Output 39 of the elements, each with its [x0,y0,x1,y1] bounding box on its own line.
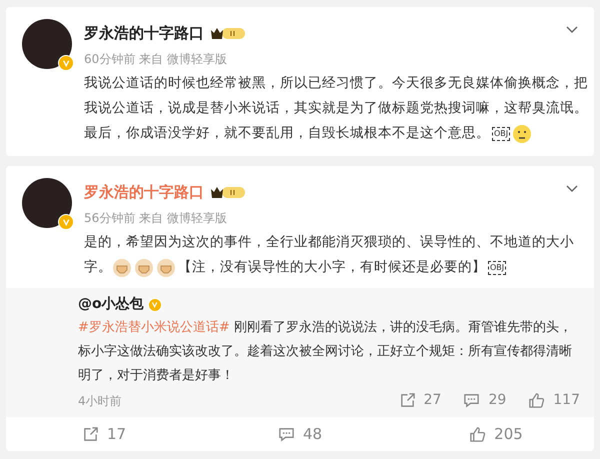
post-text: 字。 [84,258,112,278]
avatar [22,19,72,69]
comment-button[interactable]: 48 [278,422,322,446]
fist-emoji-icon [112,258,132,278]
post-text: 我说公道话的时候也经常被黑，所以已经习惯了。今天很多无良媒体偷换概念，把 [84,74,588,94]
author-name[interactable]: 罗永浩的十字路口 [84,22,204,44]
verified-icon [58,214,74,230]
avatar [22,178,72,228]
fist-emoji-icon [134,258,154,278]
object-glyph: OBJ [492,126,510,140]
post-meta: 60分钟前 来自 微博轻享版 [84,50,228,66]
share-icon [398,392,416,409]
share-button[interactable]: 27 [398,390,442,411]
post-meta: 56分钟前 来自 微博轻享版 [84,210,228,226]
post-text: 【注，没有误导性的大小字，有时候还是必要的】 [178,258,486,278]
comment-icon [278,426,295,442]
verified-icon [58,55,74,71]
like-button[interactable]: 117 [528,390,580,411]
like-button[interactable]: 205 [469,422,523,446]
thumbs-up-icon [469,426,486,442]
thumbs-up-icon [528,392,546,409]
post-text: 我说公道话，说成是替小米说话，其实就是为了做标题党热搜词嘛，这帮臭流氓。 [84,99,588,118]
object-glyph: OBJ [488,260,506,274]
share-button[interactable]: 17 [82,422,126,446]
hashtag-link[interactable]: #罗永浩替小米说公道话# [78,320,230,335]
comment-button[interactable]: 29 [463,390,506,411]
comment-icon [463,392,480,409]
verified-icon [148,298,162,312]
post-text: 是的，希望因为这次的事件，全行业都能消灭猥琐的、误导性的、不地道的大小 [84,233,574,252]
repost-time: 4小时前 [78,392,123,410]
emoji-face-icon [512,124,532,144]
author-name[interactable]: 罗永浩的十字路口 [84,181,204,204]
post-text: 最后，你成语没学好，就不要乱用，自毁长城根本不是这个意思。 [84,124,490,144]
share-icon [82,426,99,442]
repost-author[interactable]: @o小怂包 [78,294,144,315]
fist-emoji-icon [156,258,176,278]
repost-text: #罗永浩替小米说公道话# 刚刚看了罗永浩的说说法，讲的没毛病。甭管谁先带的头，标小字这做法确实该改改了。趁着这次被全网讨论，正好立个规矩：所有宣传都得清晰明了，对于消费者是好事！ [78,319,573,385]
crown-badge-icon [210,184,246,200]
crown-badge-icon [210,25,246,42]
